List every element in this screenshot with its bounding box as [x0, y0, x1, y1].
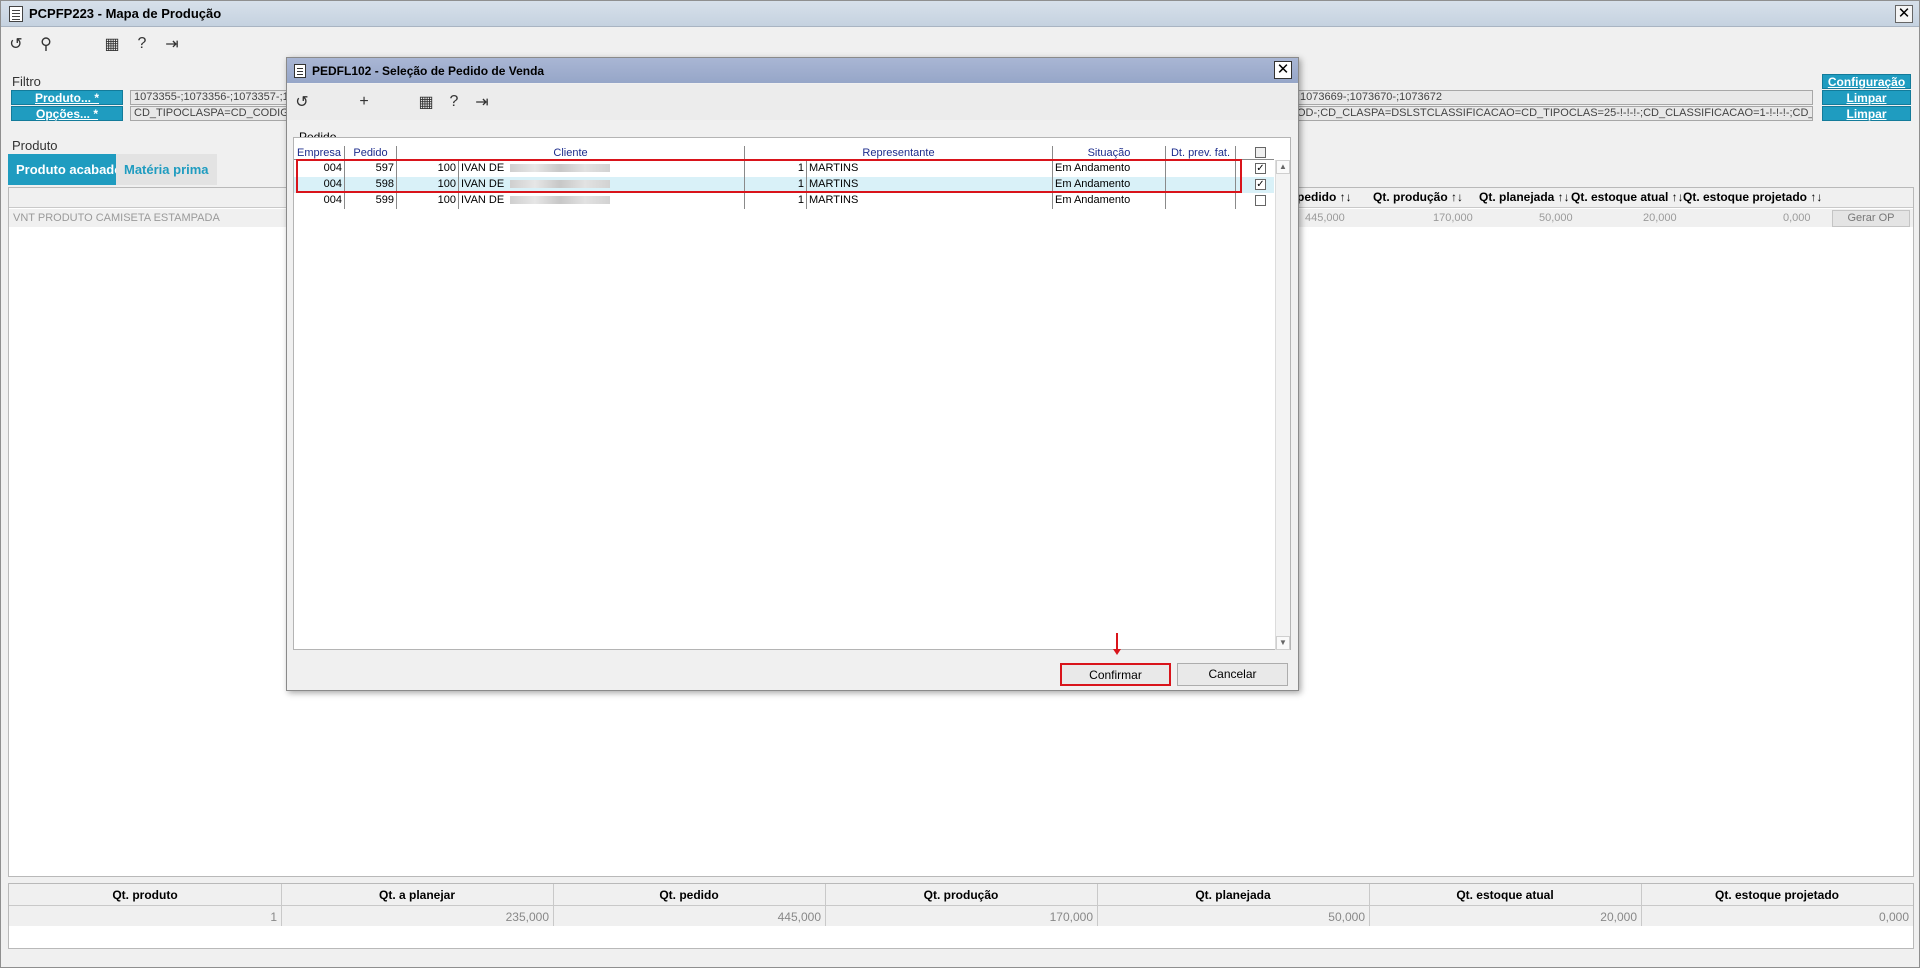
sum-col-a-planejar: Qt. a planejar	[378, 888, 456, 902]
redacted-text	[510, 196, 611, 205]
sum-val-planejada: 50,000	[1328, 910, 1365, 924]
estoque-projetado-cell: 0,000	[1783, 212, 1811, 224]
dt-cell	[1166, 193, 1236, 209]
dialog-title: PEDFL102 - Seleção de Pedido de Venda	[312, 63, 545, 78]
scroll-down-icon[interactable]: ▼	[1276, 636, 1290, 650]
cancelar-button[interactable]: Cancelar	[1177, 663, 1288, 686]
exit-icon[interactable]: ⇥	[163, 35, 181, 53]
col-empresa[interactable]: Empresa	[294, 146, 345, 160]
pedido-cell: 599	[345, 193, 397, 209]
situacao-cell: Em Andamento	[1053, 193, 1166, 209]
filter-label: Filtro	[12, 74, 41, 89]
refresh-icon[interactable]: ↺	[7, 35, 25, 53]
pedido-selection-dialog: PEDFL102 - Seleção de Pedido de Venda ✕ …	[286, 57, 1299, 691]
summary-panel: Qt. produto Qt. a planejar Qt. pedido Qt…	[8, 883, 1914, 949]
col-representante[interactable]: Representante	[745, 146, 1053, 160]
produto-cell: VNT PRODUTO CAMISETA ESTAMPADA	[13, 212, 220, 224]
sum-val-estoque-atual: 20,000	[1600, 910, 1637, 924]
add-icon[interactable]: +	[355, 93, 373, 111]
scroll-up-icon[interactable]: ▲	[1276, 160, 1290, 174]
sum-col-pedido: Qt. pedido	[659, 888, 719, 902]
divider	[1641, 884, 1642, 926]
row-checkbox[interactable]	[1255, 195, 1266, 206]
produto-filter-field[interactable]: 1073355-;1073356-;1073357-;1	[130, 90, 288, 105]
sum-col-produto: Qt. produto	[112, 888, 178, 902]
cliente-name: IVAN DE	[461, 194, 505, 206]
calendar-icon[interactable]: ▦	[417, 93, 435, 111]
refresh-icon[interactable]: ↺	[293, 93, 311, 111]
dialog-toolbar: ↺ + ▦ ? ⇥	[287, 84, 1298, 120]
close-window-button[interactable]: ✕	[1895, 5, 1913, 23]
estoque-atual-cell: 20,000	[1643, 212, 1677, 224]
opcoes-filter-field[interactable]: CD_TIPOCLASPA=CD_CODIGO=	[130, 106, 288, 121]
divider	[281, 884, 282, 926]
document-icon	[9, 5, 23, 22]
main-titlebar: PCPFP223 - Mapa de Produção ✕	[1, 1, 1919, 27]
col-estoque-projetado[interactable]: Qt. estoque projetado ↑↓	[1683, 190, 1822, 204]
row-checkbox[interactable]: ✓	[1255, 163, 1266, 174]
sum-val-estoque-projetado: 0,000	[1878, 910, 1909, 924]
limpar-opcoes-button[interactable]: Limpar	[1822, 106, 1911, 121]
tab-materia-prima[interactable]: Matéria prima	[116, 154, 217, 185]
sum-col-estoque-projetado: Qt. estoque projetado	[1714, 888, 1839, 902]
summary-header: Qt. produto Qt. a planejar Qt. pedido Qt…	[9, 884, 1913, 906]
divider	[553, 884, 554, 926]
calendar-icon[interactable]: ▦	[103, 35, 121, 53]
main-toolbar: ↺ ⚲ ▦ ? ⇥	[1, 31, 181, 57]
sum-val-producao: 170,000	[1049, 910, 1093, 924]
sum-val-pedido: 445,000	[777, 910, 821, 924]
producao-cell: 170,000	[1433, 212, 1473, 224]
produto-filter-button[interactable]: Produto... *	[11, 90, 123, 105]
empresa-cell: 004	[294, 193, 345, 209]
gerar-op-button[interactable]: Gerar OP	[1832, 210, 1910, 227]
planejada-cell: 50,000	[1539, 212, 1573, 224]
col-situacao[interactable]: Situação	[1053, 146, 1166, 160]
document-icon	[294, 63, 306, 78]
opcoes-filter-button[interactable]: Opções... *	[11, 106, 123, 121]
exit-icon[interactable]: ⇥	[473, 93, 491, 111]
cliente-code-cell: 100	[397, 193, 459, 209]
annotation-arrow	[1113, 633, 1121, 655]
sum-col-estoque-atual: Qt. estoque atual	[1456, 888, 1554, 902]
produto-section-label: Produto	[12, 138, 58, 153]
help-icon[interactable]: ?	[133, 35, 151, 53]
help-icon[interactable]: ?	[445, 93, 463, 111]
window-title: PCPFP223 - Mapa de Produção	[29, 6, 222, 21]
produto-filter-field-right[interactable]: ;1073669-;1073670-;1073672	[1293, 90, 1813, 105]
opcoes-filter-field-right[interactable]: OD-;CD_CLASPA=DSLSTCLASSIFICACAO=CD_TIPO…	[1293, 106, 1813, 121]
select-all-checkbox[interactable]	[1255, 147, 1266, 158]
divider	[825, 884, 826, 926]
sum-val-a-planejar: 235,000	[505, 910, 549, 924]
selection-highlight	[296, 159, 1242, 193]
row-checkbox[interactable]: ✓	[1255, 179, 1266, 190]
col-producao[interactable]: Qt. produção ↑↓	[1373, 190, 1463, 204]
vertical-scrollbar[interactable]: ▲ ▼	[1275, 160, 1290, 650]
col-pedido[interactable]: pedido ↑↓	[1297, 190, 1352, 204]
pedido-table-header: Empresa Pedido Cliente Representante Sit…	[294, 146, 1274, 160]
divider	[1369, 884, 1370, 926]
limpar-produto-button[interactable]: Limpar	[1822, 90, 1911, 105]
divider	[1097, 884, 1098, 926]
sum-col-planejada: Qt. planejada	[1195, 888, 1271, 902]
sum-col-producao: Qt. produção	[923, 888, 999, 902]
col-cliente[interactable]: Cliente	[397, 146, 745, 160]
tab-produto-acabado[interactable]: Produto acabado	[8, 154, 131, 185]
cliente-cell: IVAN DE	[459, 193, 745, 209]
col-dt-prev-fat[interactable]: Dt. prev. fat.	[1166, 146, 1236, 160]
confirmar-button[interactable]: Confirmar	[1060, 663, 1171, 686]
table-row[interactable]: 004 599 100 IVAN DE 1 MARTINS Em Andamen…	[294, 193, 1274, 209]
configuracao-button[interactable]: Configuração	[1822, 74, 1911, 89]
sum-val-produto: 1	[270, 910, 277, 924]
search-icon[interactable]: ⚲	[37, 35, 55, 53]
col-planejada[interactable]: Qt. planejada ↑↓	[1479, 190, 1570, 204]
summary-values: 1 235,000 445,000 170,000 50,000 20,000 …	[9, 906, 1913, 926]
col-pedido[interactable]: Pedido	[345, 146, 397, 160]
pedido-group: Empresa Pedido Cliente Representante Sit…	[293, 137, 1291, 650]
rep-code-cell: 1	[745, 193, 807, 209]
col-estoque-atual[interactable]: Qt. estoque atual ↑↓	[1571, 190, 1684, 204]
dialog-titlebar: PEDFL102 - Seleção de Pedido de Venda ✕	[287, 58, 1298, 83]
representante-cell: MARTINS	[807, 193, 1053, 209]
pedido-cell: 445,000	[1305, 212, 1345, 224]
dialog-close-button[interactable]: ✕	[1274, 61, 1292, 79]
